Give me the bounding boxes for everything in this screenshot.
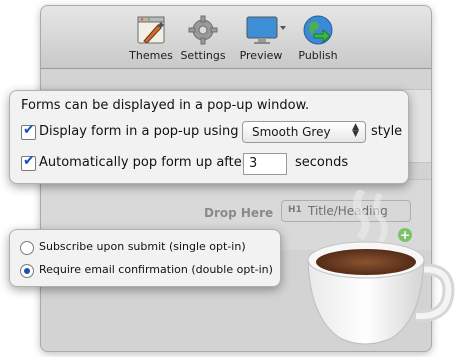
subscription-panel: Subscribe upon submit (single opt-in) Re… [9, 229, 281, 287]
double-opt-in-radio[interactable] [20, 264, 34, 278]
single-opt-in-radio[interactable] [20, 241, 34, 255]
display-popup-checkbox[interactable]: ✔ [21, 122, 36, 140]
display-popup-label: Display form in a pop-up using [39, 124, 239, 139]
auto-popup-label: Automatically pop form up after [39, 155, 248, 170]
single-opt-in-label: Subscribe upon submit (single opt-in) [39, 240, 246, 253]
toolbar-label-publish: Publish [298, 49, 338, 62]
gear-icon [186, 14, 220, 46]
toolbar: Themes Settings Preview Publish [41, 6, 431, 69]
globe-icon [301, 14, 335, 46]
seconds-input-value: 3 [249, 156, 258, 171]
toolbar-item-settings[interactable]: Settings [173, 14, 233, 62]
coffee-cup-illustration [300, 187, 460, 350]
toolbar-label-themes: Themes [129, 49, 173, 62]
auto-popup-checkbox[interactable]: ✔ [21, 153, 36, 171]
toolbar-item-preview[interactable]: Preview [231, 14, 291, 62]
toolbar-label-settings: Settings [180, 49, 226, 62]
radio-selected-dot [24, 268, 30, 274]
drop-here-label: Drop Here [204, 206, 274, 220]
select-arrows-icon: ▲ ▼ [352, 122, 359, 139]
toolbar-item-themes[interactable]: Themes [121, 14, 181, 62]
coffee-cup-icon [307, 187, 455, 345]
monitor-icon [244, 14, 286, 46]
popup-panel-heading: Forms can be displayed in a pop-up windo… [21, 98, 310, 113]
popup-settings-panel: Forms can be displayed in a pop-up windo… [9, 90, 409, 184]
double-opt-in-label: Require email confirmation (double opt-i… [39, 263, 273, 276]
toolbar-item-publish[interactable]: Publish [288, 14, 348, 62]
seconds-suffix-label: seconds [295, 155, 349, 170]
seconds-input[interactable]: 3 [243, 153, 287, 175]
themes-icon [134, 14, 168, 46]
style-select[interactable]: Smooth Grey ▲ ▼ [242, 121, 366, 143]
style-select-value: Smooth Grey [252, 125, 331, 139]
checkmark-icon: ✔ [23, 153, 35, 169]
toolbar-label-preview: Preview [239, 49, 283, 62]
style-suffix-label: style [371, 124, 403, 139]
checkmark-icon: ✔ [23, 122, 35, 138]
